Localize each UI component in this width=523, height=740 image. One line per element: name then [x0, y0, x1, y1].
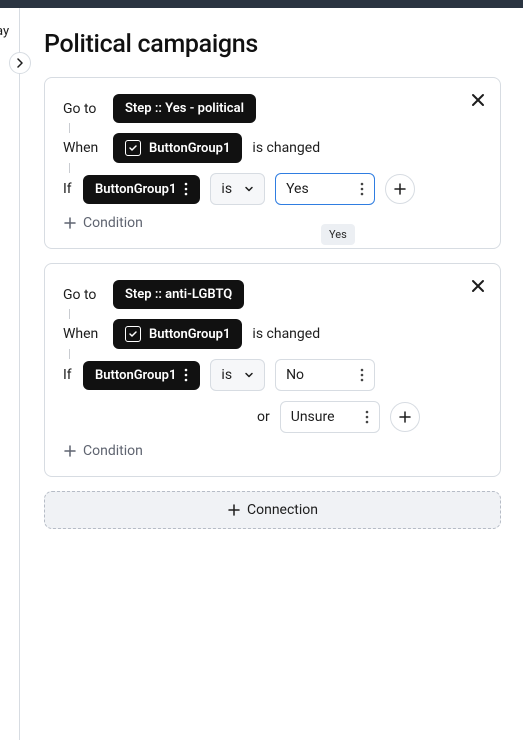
- close-icon: [470, 92, 486, 108]
- if-label: If: [63, 181, 73, 197]
- kebab-menu-icon[interactable]: [365, 410, 369, 424]
- plus-icon: [227, 503, 241, 517]
- plus-icon: [63, 216, 77, 230]
- if-row: If ButtonGroup1 is Yes: [63, 173, 482, 205]
- goto-row: Go to Step :: anti-LGBTQ: [63, 280, 482, 309]
- goto-step-pill[interactable]: Step :: Yes - political: [113, 94, 256, 123]
- plus-icon: [63, 444, 77, 458]
- goto-label: Go to: [63, 101, 103, 117]
- chevron-down-icon: [244, 370, 254, 380]
- rule-card: Go to Step :: Yes - political When Butto…: [44, 77, 501, 249]
- kebab-menu-icon[interactable]: [360, 182, 364, 196]
- close-button[interactable]: [466, 274, 490, 298]
- panel-collapse-toggle[interactable]: [9, 52, 31, 74]
- when-suffix: is changed: [252, 140, 320, 156]
- value-text: No: [286, 367, 304, 383]
- when-subject-pill[interactable]: ButtonGroup1: [113, 319, 242, 349]
- connector-tick: [69, 123, 70, 133]
- left-panel-clipped-text: ay: [0, 24, 9, 39]
- add-condition-text: Condition: [83, 443, 143, 459]
- top-bar: [0, 0, 523, 8]
- value-input[interactable]: Yes: [275, 173, 375, 205]
- operator-text: is: [221, 181, 232, 197]
- if-subject-text: ButtonGroup1: [95, 368, 176, 383]
- checkbox-icon: [125, 140, 141, 156]
- if-row: If ButtonGroup1 is No: [63, 359, 482, 391]
- plus-icon: [398, 410, 412, 424]
- goto-step-text: Step :: Yes - political: [125, 101, 244, 116]
- main-panel: Political campaigns Go to Step :: Yes - …: [20, 8, 523, 551]
- goto-row: Go to Step :: Yes - political: [63, 94, 482, 123]
- operator-select[interactable]: is: [210, 359, 265, 391]
- value-text: Yes: [286, 181, 309, 197]
- or-row: or Unsure: [257, 401, 482, 433]
- if-subject-pill[interactable]: ButtonGroup1: [83, 361, 200, 390]
- kebab-menu-icon[interactable]: [360, 368, 364, 382]
- add-condition-button[interactable]: [390, 402, 420, 432]
- value-input[interactable]: No: [275, 359, 375, 391]
- if-label: If: [63, 367, 73, 383]
- when-label: When: [63, 140, 103, 156]
- value-text: Unsure: [291, 409, 335, 425]
- when-label: When: [63, 326, 103, 342]
- when-suffix: is changed: [252, 326, 320, 342]
- when-subject-text: ButtonGroup1: [149, 141, 230, 156]
- kebab-menu-icon[interactable]: [184, 368, 188, 382]
- plus-icon: [393, 182, 407, 196]
- left-panel-edge: ay: [0, 8, 20, 740]
- add-condition-link[interactable]: Condition: [63, 215, 143, 231]
- operator-text: is: [221, 367, 232, 383]
- or-label: or: [257, 409, 270, 425]
- goto-step-pill[interactable]: Step :: anti-LGBTQ: [113, 280, 244, 309]
- add-condition-text: Condition: [83, 215, 143, 231]
- page-title: Political campaigns: [44, 30, 501, 59]
- when-row: When ButtonGroup1 is changed: [63, 319, 482, 349]
- connector-tick: [69, 349, 70, 359]
- operator-select[interactable]: is: [210, 173, 265, 205]
- if-subject-text: ButtonGroup1: [95, 182, 176, 197]
- connector-tick: [69, 309, 70, 319]
- close-button[interactable]: [466, 88, 490, 112]
- value-input[interactable]: Unsure: [280, 401, 380, 433]
- when-subject-text: ButtonGroup1: [149, 327, 230, 342]
- add-condition-button[interactable]: [385, 174, 415, 204]
- if-subject-pill[interactable]: ButtonGroup1: [83, 175, 200, 204]
- value-tooltip: Yes: [321, 224, 355, 245]
- add-connection-text: Connection: [247, 502, 318, 518]
- when-row: When ButtonGroup1 is changed: [63, 133, 482, 163]
- close-icon: [470, 278, 486, 294]
- connector-tick: [69, 163, 70, 173]
- chevron-right-icon: [15, 58, 25, 68]
- goto-label: Go to: [63, 287, 103, 303]
- add-condition-link[interactable]: Condition: [63, 443, 143, 459]
- rule-card: Go to Step :: anti-LGBTQ When ButtonGrou…: [44, 263, 501, 477]
- when-subject-pill[interactable]: ButtonGroup1: [113, 133, 242, 163]
- checkbox-icon: [125, 326, 141, 342]
- kebab-menu-icon[interactable]: [184, 182, 188, 196]
- chevron-down-icon: [244, 184, 254, 194]
- goto-step-text: Step :: anti-LGBTQ: [125, 287, 232, 302]
- add-connection-button[interactable]: Connection: [44, 491, 501, 529]
